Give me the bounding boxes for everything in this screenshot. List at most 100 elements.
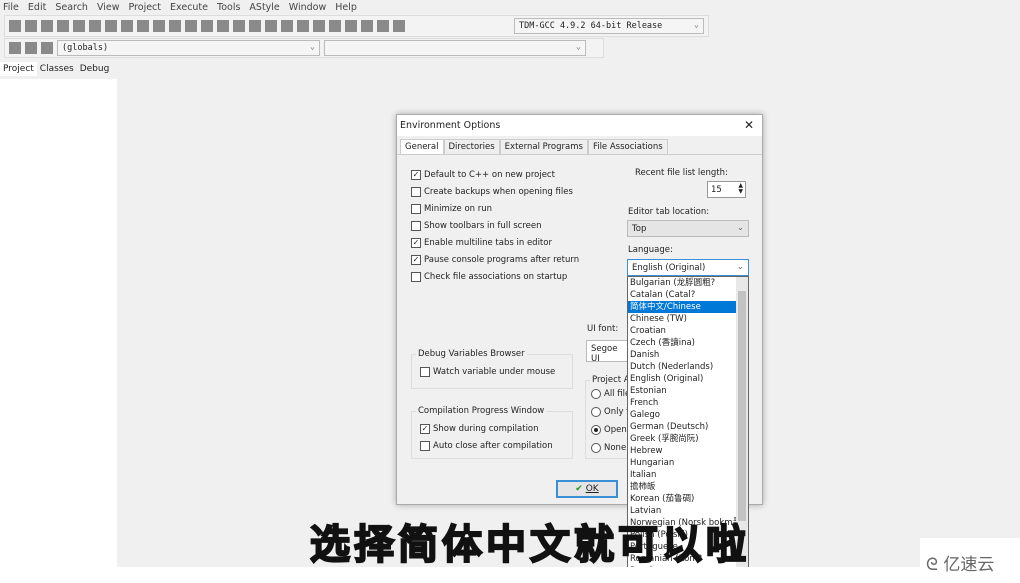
auto-close-checkbox[interactable]: Auto close after compilation [420, 441, 553, 451]
language-option[interactable]: Korean (茄鲁碉) [628, 493, 748, 505]
tab-debug[interactable]: Debug [77, 62, 113, 76]
language-option[interactable]: Czech (香讀ina) [628, 337, 748, 349]
scrollbar-thumb[interactable] [738, 291, 746, 521]
back-icon[interactable] [25, 42, 37, 54]
menu-project[interactable]: Project [129, 2, 162, 13]
ok-button[interactable]: ✔ OK [556, 480, 618, 498]
checkbox-label: Pause console programs after return [424, 255, 580, 265]
scope-select[interactable]: (globals) ⌄ [57, 40, 320, 56]
tab-location-select[interactable]: Top ⌄ [627, 220, 749, 237]
check-icon[interactable] [297, 20, 309, 32]
save-icon[interactable] [41, 20, 53, 32]
tab-directories[interactable]: Directories [443, 139, 500, 154]
close-icon[interactable] [73, 20, 85, 32]
language-option[interactable]: Danish [628, 349, 748, 361]
compile-icon[interactable] [217, 20, 229, 32]
language-option[interactable]: Hebrew [628, 445, 748, 457]
menu-search[interactable]: Search [55, 2, 88, 13]
tab-file-associations[interactable]: File Associations [587, 139, 668, 154]
class-browser-icon[interactable] [393, 20, 405, 32]
debug-icon[interactable] [281, 20, 293, 32]
checkbox-label: Show during compilation [433, 424, 539, 434]
language-option[interactable]: French [628, 397, 748, 409]
secondary-toolbar: (globals) ⌄ ⌄ [4, 38, 604, 58]
analyze-icon[interactable] [361, 20, 373, 32]
menu-tools[interactable]: Tools [217, 2, 240, 13]
project-radio[interactable]: Open [591, 425, 627, 435]
tab-classes[interactable]: Classes [37, 62, 77, 76]
member-select[interactable]: ⌄ [324, 40, 586, 56]
menu-window[interactable]: Window [289, 2, 326, 13]
chevron-down-icon: ⌄ [309, 42, 315, 52]
save-all-icon[interactable] [57, 20, 69, 32]
language-option[interactable]: Estonian [628, 385, 748, 397]
rebuild-icon[interactable] [265, 20, 277, 32]
spinner-arrows-icon[interactable]: ▲ ▼ [738, 183, 743, 195]
checkbox-label: Auto close after compilation [433, 441, 553, 451]
compile-run-icon[interactable] [249, 20, 261, 32]
option-checkbox[interactable]: ✓ Pause console programs after return [411, 255, 579, 265]
settings-icon[interactable] [377, 20, 389, 32]
menu-edit[interactable]: Edit [28, 2, 46, 13]
language-option[interactable]: Italian [628, 469, 748, 481]
open-icon[interactable] [25, 20, 37, 32]
language-option[interactable]: Bulgarian (龙脬圆粗? [628, 277, 748, 289]
profile-icon[interactable] [329, 20, 341, 32]
dialog-titlebar: Environment Options ✕ [397, 115, 762, 136]
recent-spinner[interactable]: 15 ▲ ▼ [707, 181, 746, 198]
option-checkbox[interactable]: Show toolbars in full screen [411, 221, 541, 231]
run-icon[interactable] [233, 20, 245, 32]
language-select[interactable]: English (Original) ⌄ [627, 259, 749, 276]
new-icon[interactable] [9, 20, 21, 32]
recent-label: Recent file list length: [635, 168, 728, 178]
menu-help[interactable]: Help [335, 2, 357, 13]
indent-icon[interactable] [153, 20, 165, 32]
comment-icon[interactable] [185, 20, 197, 32]
tab-external-programs[interactable]: External Programs [499, 139, 588, 154]
uncomment-icon[interactable] [201, 20, 213, 32]
language-option[interactable]: Croatian [628, 325, 748, 337]
unindent-icon[interactable] [169, 20, 181, 32]
option-checkbox[interactable]: Minimize on run [411, 204, 492, 214]
option-checkbox[interactable]: Check file associations on startup [411, 272, 567, 282]
project-radio[interactable]: All file [591, 389, 630, 399]
language-option[interactable]: Dutch (Nederlands) [628, 361, 748, 373]
redo-icon[interactable] [137, 20, 149, 32]
option-checkbox[interactable]: ✓ Enable multiline tabs in editor [411, 238, 552, 248]
language-option[interactable]: Galego [628, 409, 748, 421]
close-icon[interactable]: ✕ [744, 118, 754, 132]
goto-icon[interactable] [9, 42, 21, 54]
language-option[interactable]: 简体中文/Chinese [628, 301, 748, 313]
stop-icon[interactable] [313, 20, 325, 32]
tab-project[interactable]: Project [0, 62, 37, 76]
show-compilation-checkbox[interactable]: ✓ Show during compilation [420, 424, 539, 434]
language-option[interactable]: Catalan (Catal? [628, 289, 748, 301]
language-option[interactable]: Greek (孚腕尚阮) [628, 433, 748, 445]
language-option[interactable]: 擔柿皈 [628, 481, 748, 493]
menu-astyle[interactable]: AStyle [249, 2, 279, 13]
chart-icon[interactable] [345, 20, 357, 32]
option-checkbox[interactable]: ✓ Default to C++ on new project [411, 170, 555, 180]
language-option[interactable]: English (Original) [628, 373, 748, 385]
menu-execute[interactable]: Execute [170, 2, 208, 13]
undo-icon[interactable] [121, 20, 133, 32]
bookmark-icon[interactable] [41, 42, 53, 54]
project-radio[interactable]: None [591, 443, 626, 453]
checkbox-label: Default to C++ on new project [424, 170, 555, 180]
compile-group-label: Compilation Progress Window [416, 406, 547, 416]
menu-view[interactable]: View [97, 2, 120, 13]
menu-file[interactable]: File [3, 2, 19, 13]
language-option[interactable]: German (Deutsch) [628, 421, 748, 433]
tab-location-value: Top [632, 224, 647, 234]
tab-general[interactable]: General [400, 139, 444, 154]
compiler-select[interactable]: TDM-GCC 4.9.2 64-bit Release ⌄ [514, 18, 704, 34]
close-all-icon[interactable] [89, 20, 101, 32]
watch-variable-checkbox[interactable]: Watch variable under mouse [420, 367, 555, 377]
language-option[interactable]: Chinese (TW) [628, 313, 748, 325]
check-icon: ✓ [411, 238, 421, 248]
project-radio[interactable]: Only f [591, 407, 629, 417]
language-option[interactable]: Hungarian [628, 457, 748, 469]
ui-font-select[interactable]: Segoe UI [586, 340, 631, 364]
print-icon[interactable] [105, 20, 117, 32]
option-checkbox[interactable]: Create backups when opening files [411, 187, 573, 197]
